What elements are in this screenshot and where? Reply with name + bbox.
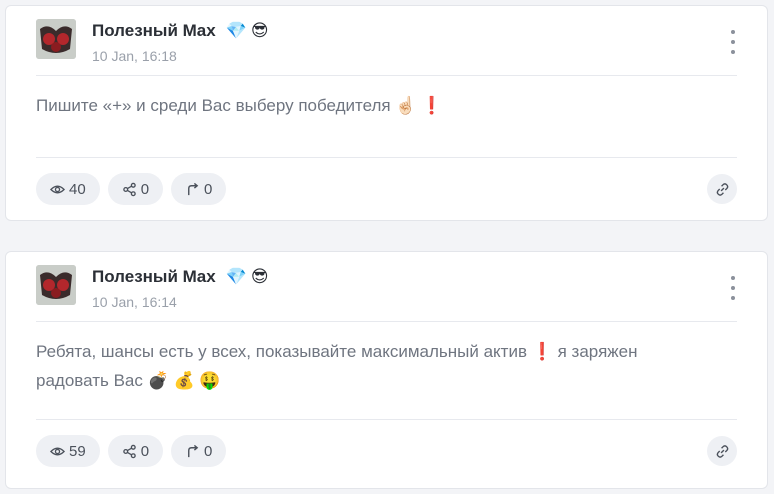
forward-arrow-icon [188,182,199,195]
shares-counter[interactable]: 0 [107,173,164,205]
views-counter[interactable]: 59 [36,435,100,467]
exclamation-emoji: ❗ [531,342,553,361]
divider [36,419,737,420]
money-mouth-emoji: 🤑 [199,371,221,390]
more-vertical-icon[interactable] [726,30,740,54]
author-name[interactable]: Полезный Max 💎 😎 [92,21,269,41]
more-vertical-icon[interactable] [726,276,740,300]
post-card: Полезный Max 💎 😎 10 Jan, 16:14 Ребята, ш… [5,251,768,489]
post-card: Полезный Max 💎 😎 10 Jan, 16:18 Пишите «+… [5,5,768,221]
money-bag-emoji: 💰 [173,371,195,390]
pointing-up-emoji: ☝🏻 [395,96,417,115]
forwards-counter[interactable]: 0 [171,173,227,205]
copy-link-button[interactable] [707,436,737,466]
share-icon [122,182,136,196]
forwards-counter[interactable]: 0 [171,435,227,467]
divider [36,75,737,76]
exclamation-emoji: ❗ [421,96,443,115]
link-icon [716,182,728,196]
eye-icon [50,185,65,193]
avatar[interactable] [36,19,76,59]
link-icon [716,444,728,458]
sunglasses-emoji: 😎 [250,21,269,40]
copy-link-button[interactable] [707,174,737,204]
shares-counter[interactable]: 0 [107,435,164,467]
avatar[interactable] [36,265,76,305]
author-name[interactable]: Полезный Max 💎 😎 [92,267,269,287]
post-stats: 40 0 0 [36,173,227,205]
diamond-emoji: 💎 [225,21,247,40]
post-timestamp: 10 Jan, 16:18 [92,48,177,64]
diamond-emoji: 💎 [225,267,247,286]
eye-icon [50,447,65,455]
post-text: Пишите «+» и среди Вас выберу победителя… [36,96,443,115]
divider [36,157,737,158]
sunglasses-emoji: 😎 [250,267,269,286]
share-icon [122,444,136,458]
post-stats: 59 0 0 [36,435,227,467]
divider [36,321,737,322]
post-timestamp: 10 Jan, 16:14 [92,294,177,310]
post-text: Ребята, шансы есть у всех, показывайте м… [36,342,638,390]
bomb-emoji: 💣 [147,371,169,390]
forward-arrow-icon [188,444,199,457]
views-counter[interactable]: 40 [36,173,100,205]
